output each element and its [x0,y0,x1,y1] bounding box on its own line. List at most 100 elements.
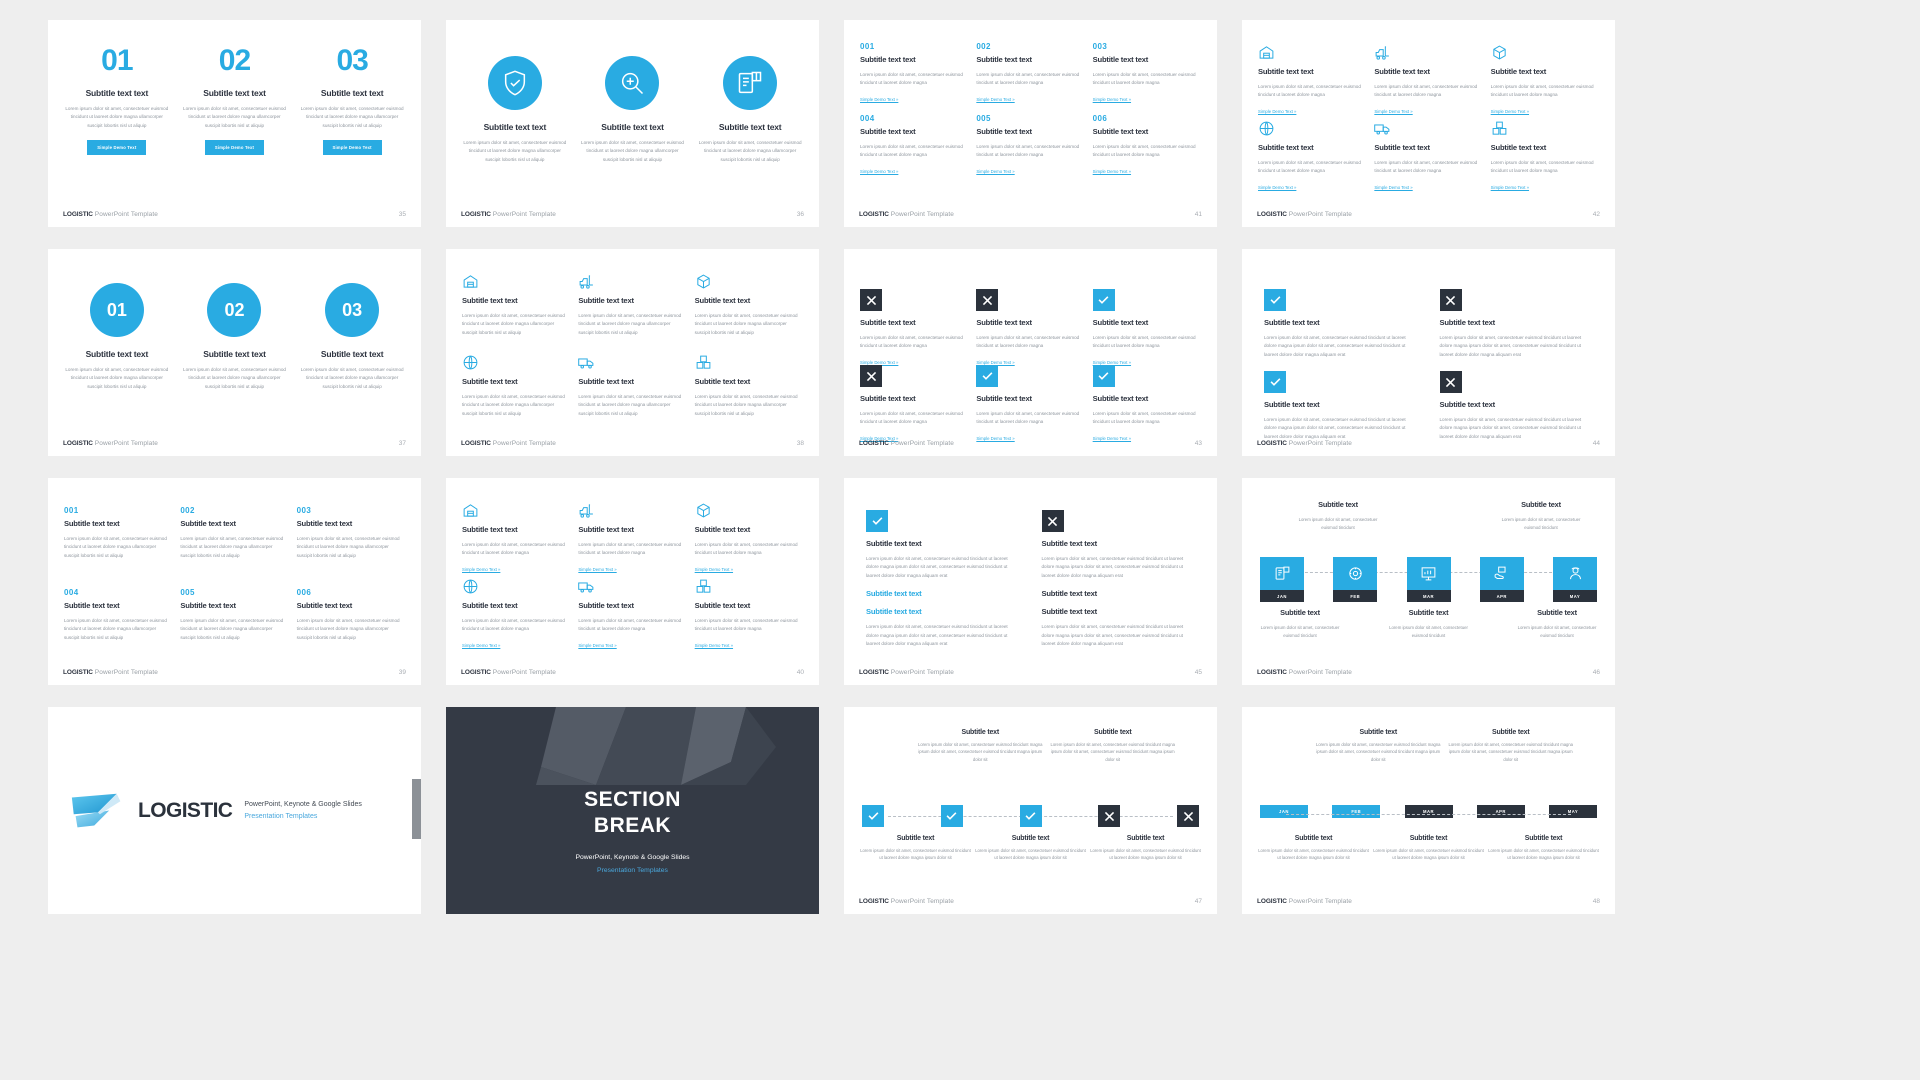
columns: Subtitle text text Lorem ipsum dolor sit… [866,510,1195,649]
demo-link[interactable]: Simple Demo Text » [1491,109,1529,114]
item-index: 004 [64,588,79,597]
slide-thumbnail-42[interactable]: Subtitle text text Lorem ipsum dolor sit… [1242,20,1615,227]
item-subtitle: Subtitle text text [1264,400,1320,409]
footer-brand: LOGISTIC PowerPoint Template [859,898,955,905]
timeline-node[interactable]: APR [1479,557,1524,602]
slide-thumbnail-43[interactable]: Subtitle text text Lorem ipsum dolor sit… [844,249,1217,456]
demo-button[interactable]: Simple Demo Text [322,140,382,156]
item-body: Lorem ipsum dolor sit amet, consectetuer… [1264,335,1406,357]
page-number: 40 [796,669,804,676]
slide-thumbnail-48[interactable]: Subtitle text Lorem ipsum dolor sit amet… [1242,707,1615,914]
demo-link[interactable]: Simple Demo Text » [976,97,1014,102]
demo-button[interactable]: Simple Demo Text [87,140,147,156]
demo-link[interactable]: Simple Demo Text » [1093,169,1131,174]
item-index: 006 [296,588,312,597]
columns: Subtitle text text Lorem ipsum dolor sit… [462,56,803,164]
timeline-node[interactable] [862,805,884,827]
timeline-node[interactable]: MAR [1404,805,1453,818]
timeline-node[interactable] [1177,805,1199,827]
slide-thumbnail-44[interactable]: Subtitle text text Lorem ipsum dolor sit… [1242,249,1615,456]
timeline-node[interactable]: MAR [1406,557,1451,602]
timeline-node[interactable]: MAY [1553,557,1597,602]
slide-thumbnail-45[interactable]: Subtitle text text Lorem ipsum dolor sit… [844,478,1217,685]
caption-subtitle: Subtitle text [1280,608,1320,617]
timeline-node[interactable]: APR [1476,805,1525,818]
footer-brand: LOGISTIC PowerPoint Template [1257,669,1353,676]
slide-thumbnail-section-break[interactable]: SECTION BREAK PowerPoint, Keynote & Goog… [446,707,819,914]
demo-link[interactable]: Simple Demo Text » [1258,185,1296,190]
package-icon [1491,44,1508,61]
item-body: Lorem ipsum dolor sit amet, consectetuer… [65,106,169,128]
caption-item: Subtitle text Lorem ipsum dolor sit amet… [975,835,1086,862]
item-body: Lorem ipsum dolor sit amet, consectetuer… [296,536,400,558]
columns-bottom: Subtitle text text Lorem ipsum dolor sit… [1264,371,1593,441]
column-item: Subtitle text text Lorem ipsum dolor sit… [695,354,803,418]
item-subtitle: Subtitle text text [1374,67,1430,76]
demo-link[interactable]: Simple Demo Text » [578,643,616,648]
timeline-caption: Subtitle text Lorem ipsum dolor sit amet… [1260,608,1340,639]
column-item: Subtitle text text Lorem ipsum dolor sit… [578,354,686,418]
demo-button[interactable]: Simple Demo Text [204,140,265,156]
timeline-row [862,805,1199,827]
demo-link[interactable]: Simple Demo Text » [1374,109,1412,114]
demo-link[interactable]: Simple Demo Text » [860,97,898,102]
shield-check-icon [487,56,542,110]
page-number: 42 [1592,211,1600,218]
item-body: Lorem ipsum dolor sit amet, consectetuer… [1490,84,1594,98]
item-body: Lorem ipsum dolor sit amet, consectetuer… [183,367,286,389]
slide-thumbnail-37[interactable]: 01 Subtitle text text Lorem ipsum dolor … [48,249,421,456]
demo-link[interactable]: Simple Demo Text » [695,567,733,572]
scrollbar-thumb[interactable] [412,779,421,839]
timeline-node[interactable]: MAY [1549,805,1597,818]
x-icon [1098,805,1121,827]
columns-top: Subtitle text text Lorem ipsum dolor sit… [462,273,803,337]
demo-link[interactable]: Simple Demo Text » [1374,185,1412,190]
slide-thumbnail-38[interactable]: Subtitle text text Lorem ipsum dolor sit… [446,249,819,456]
timeline-node[interactable] [1098,805,1121,827]
timeline-node[interactable]: JAN [1260,805,1308,818]
footer-brand: LOGISTIC PowerPoint Template [859,440,955,447]
timeline-node[interactable]: FEB [1333,557,1378,602]
timeline-month-label: MAY [1553,590,1597,602]
timeline-node[interactable] [940,805,963,827]
column-item: Subtitle text text Lorem ipsum dolor sit… [580,56,686,164]
slide-thumbnail-41[interactable]: 001 Subtitle text text Lorem ipsum dolor… [844,20,1217,227]
tagline-line-1: PowerPoint, Keynote & Google Slides [244,800,362,808]
demo-link[interactable]: Simple Demo Text » [976,169,1014,174]
demo-link[interactable]: Simple Demo Text » [1258,109,1296,114]
slide-thumbnail-35[interactable]: 01 Subtitle text text Lorem ipsum dolor … [48,20,421,227]
demo-link[interactable]: Simple Demo Text » [462,567,500,572]
page-number: 41 [1194,211,1202,218]
x-icon [1177,805,1199,827]
item-body: Lorem ipsum dolor sit amet, consectetuer… [64,618,167,640]
slide-thumbnail-36[interactable]: Subtitle text text Lorem ipsum dolor sit… [446,20,819,227]
timeline-caption: Subtitle text Lorem ipsum dolor sit amet… [1517,608,1597,639]
column-item: Subtitle text text Lorem ipsum dolor sit… [866,510,1020,649]
demo-link[interactable]: Simple Demo Text » [578,567,616,572]
timeline: JAN FEB MAR APR MAY [1260,554,1597,602]
check-icon [1264,371,1286,393]
slide-thumbnail-47[interactable]: Subtitle text Lorem ipsum dolor sit amet… [844,707,1217,914]
demo-link[interactable]: Simple Demo Text » [860,169,898,174]
demo-link[interactable]: Simple Demo Text » [462,643,500,648]
item-body: Lorem ipsum dolor sit amet, consectetuer… [976,335,1080,349]
slide-thumbnail-39[interactable]: 001 Subtitle text text Lorem ipsum dolor… [48,478,421,685]
check-icon [1264,289,1286,311]
timeline-node[interactable]: JAN [1260,557,1304,602]
timeline-node[interactable]: FEB [1332,805,1381,818]
slide-thumbnail-40[interactable]: Subtitle text text Lorem ipsum dolor sit… [446,478,819,685]
slide-thumbnail-logo[interactable]: LOGISTIC PowerPoint, Keynote & Google Sl… [48,707,421,914]
columns-top: Subtitle text text Lorem ipsum dolor sit… [860,289,1201,369]
item-body: Lorem ipsum dolor sit amet, consectetuer… [1439,417,1582,439]
item-subtitle: Subtitle text text [1092,394,1149,403]
demo-link[interactable]: Simple Demo Text » [1093,97,1131,102]
timeline-node[interactable] [1019,805,1042,827]
demo-link[interactable]: Simple Demo Text » [695,643,733,648]
page-number: 36 [796,211,804,218]
caption-body: Lorem ipsum dolor sit amet, consectetuer… [1517,625,1597,638]
demo-link[interactable]: Simple Demo Text » [1491,185,1529,190]
column-item: Subtitle text text Lorem ipsum dolor sit… [695,502,803,576]
item-subtitle: Subtitle text text [1439,400,1496,409]
slide-thumbnail-46[interactable]: Subtitle text Lorem ipsum dolor sit amet… [1242,478,1615,685]
captions-top: Subtitle text Lorem ipsum dolor sit amet… [916,729,1177,763]
